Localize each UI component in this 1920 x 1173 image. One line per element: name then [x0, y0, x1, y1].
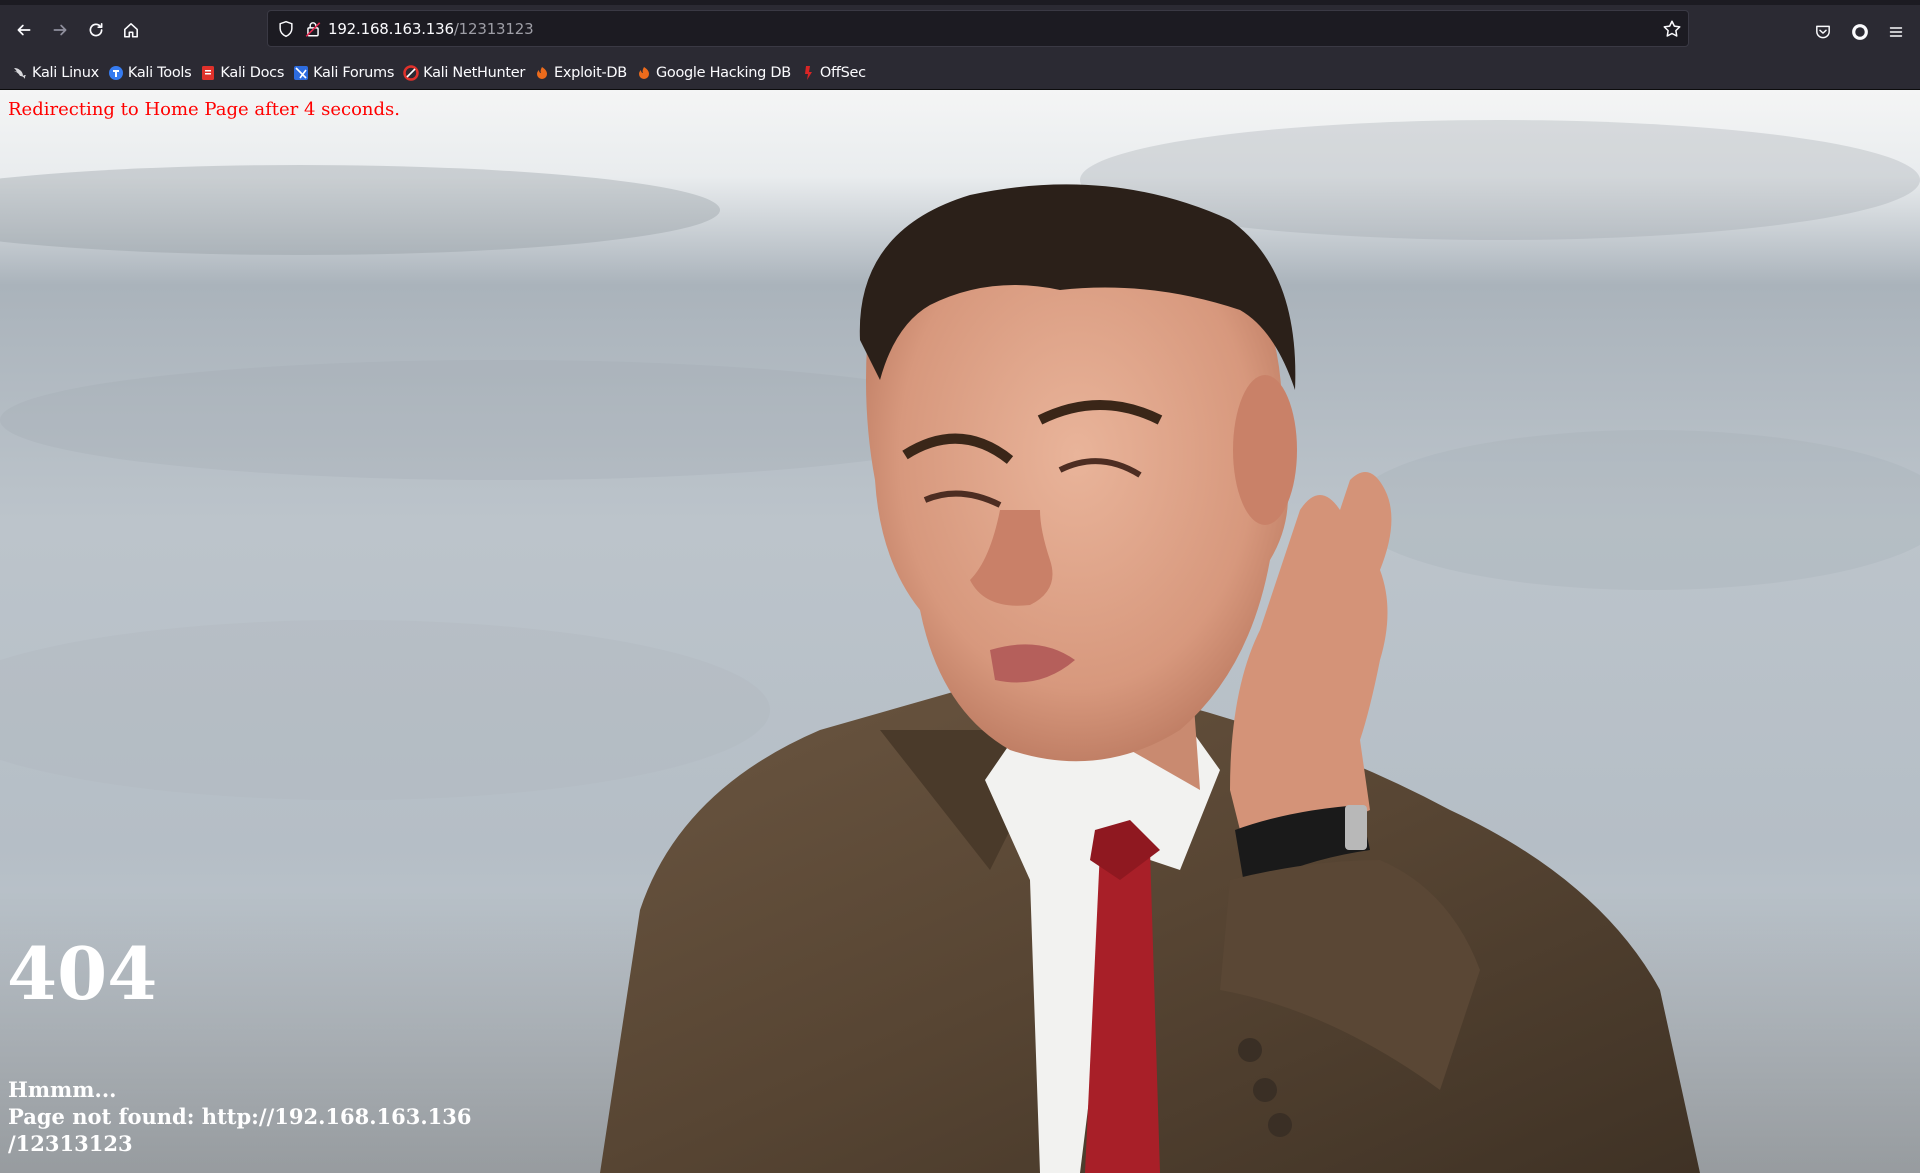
kali-dragon-icon: [14, 67, 26, 79]
exploit-db-icon: [537, 66, 548, 79]
home-button[interactable]: [117, 16, 145, 44]
url-path: /12313123: [453, 20, 534, 38]
forward-button[interactable]: [46, 16, 74, 44]
redirect-notice: Redirecting to Home Page after 4 seconds…: [8, 99, 401, 120]
app-menu-button[interactable]: [1886, 22, 1906, 42]
bookmark-label: Google Hacking DB: [655, 64, 791, 81]
bookmark-kali-forums[interactable]: Kali Forums: [291, 60, 399, 86]
error-message-line-1: Hmmm...: [8, 1077, 117, 1102]
bookmark-kali-docs[interactable]: Kali Docs: [198, 60, 289, 86]
pocket-button[interactable]: [1813, 22, 1833, 42]
kali-nethunter-icon: [403, 64, 419, 81]
account-icon: [1852, 24, 1868, 40]
address-bar[interactable]: 192.168.163.136/12313123: [267, 10, 1689, 47]
google-hacking-db-icon: [638, 66, 649, 79]
bookmark-label: Exploit-DB: [554, 64, 627, 81]
bookmark-label: OffSec: [819, 64, 866, 81]
hamburger-menu-icon: [1889, 27, 1903, 37]
bookmark-google-hacking-db[interactable]: Google Hacking DB: [634, 60, 796, 86]
error-code-heading: 404: [7, 931, 158, 1016]
kali-docs-icon: [202, 65, 215, 80]
bookmark-kali-linux[interactable]: Kali Linux: [10, 60, 104, 86]
url-host: 192.168.163.136: [328, 20, 454, 38]
kali-tools-icon: [108, 65, 123, 80]
bookmark-label: Kali Docs: [220, 64, 285, 81]
home-icon: [124, 23, 138, 38]
bookmark-kali-nethunter[interactable]: Kali NetHunter: [401, 60, 530, 86]
error-message-line-2: Page not found: http://192.168.163.136: [8, 1104, 472, 1129]
background-photo: [0, 90, 1920, 1173]
pocket-icon: [1816, 25, 1830, 39]
bookmark-star-icon[interactable]: [1662, 19, 1682, 39]
navigation-toolbar: 192.168.163.136/12313123: [0, 0, 1920, 56]
tracking-protection-shield-icon[interactable]: [277, 20, 295, 38]
bookmark-offsec[interactable]: OffSec: [798, 60, 871, 86]
reload-icon: [89, 22, 103, 37]
insecure-lock-icon[interactable]: [304, 20, 322, 38]
bookmark-label: Kali Linux: [32, 64, 99, 81]
bookmark-label: Kali Forums: [313, 64, 395, 81]
arrow-left-icon: [17, 24, 31, 36]
account-button[interactable]: [1850, 22, 1870, 42]
browser-window: 192.168.163.136/12313123 Kali Linux Kali…: [0, 0, 1920, 1173]
bookmark-label: Kali NetHunter: [423, 64, 526, 81]
arrow-right-icon: [53, 24, 67, 36]
bookmarks-toolbar: Kali Linux Kali Tools Kali Docs Kali For…: [0, 56, 1920, 90]
error-message-line-3: /12313123: [8, 1131, 133, 1156]
bookmark-label: Kali Tools: [127, 64, 192, 81]
reload-button[interactable]: [82, 16, 110, 44]
bookmark-exploit-db[interactable]: Exploit-DB: [532, 60, 632, 86]
page-content: Redirecting to Home Page after 4 seconds…: [0, 90, 1920, 1173]
bookmark-kali-tools[interactable]: Kali Tools: [106, 60, 197, 86]
kali-forums-icon: [294, 65, 309, 80]
offsec-icon: [804, 65, 812, 80]
url-text[interactable]: 192.168.163.136/12313123: [328, 20, 534, 38]
back-button[interactable]: [10, 16, 38, 44]
